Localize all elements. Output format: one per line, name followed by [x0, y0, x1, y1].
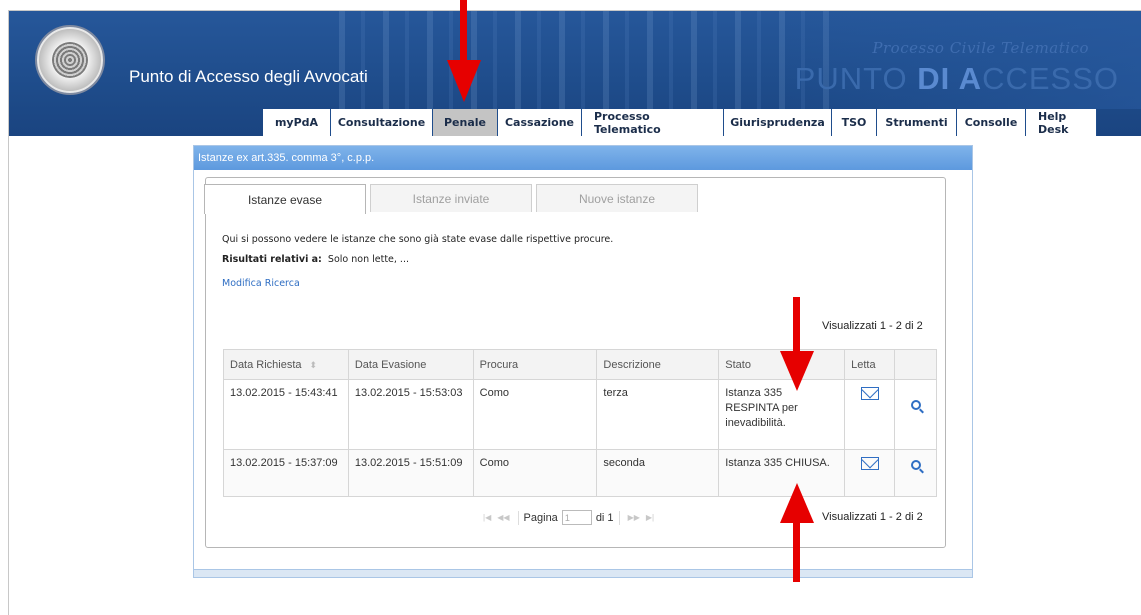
cell-actions	[894, 379, 937, 450]
tab-help-desk[interactable]: Help Desk	[1026, 109, 1097, 136]
results-count-top: Visualizzati 1 - 2 di 2	[822, 320, 923, 332]
cell-procura: Como	[472, 379, 598, 450]
subtab-istanze-inviate[interactable]: Istanze inviate	[370, 184, 532, 212]
tab-cassazione[interactable]: Cassazione	[498, 109, 582, 136]
cell-descrizione: terza	[596, 379, 720, 450]
header-decoration	[339, 11, 839, 109]
brand-title: PUNTO DI ACCESSO	[794, 61, 1119, 96]
tab-tso[interactable]: TSO	[832, 109, 877, 136]
col-procura[interactable]: Procura	[472, 349, 598, 380]
description-text: Qui si possono vedere le istanze che son…	[222, 234, 614, 245]
col-data-richiesta[interactable]: Data Richiesta ⬍	[223, 349, 349, 380]
modify-search-link[interactable]: Modifica Ricerca	[222, 278, 300, 289]
istanze-table: Data Richiesta ⬍ Data Evasione Procura De…	[223, 349, 937, 497]
main-nav: myPdA Consultazione Penale Cassazione Pr…	[263, 109, 1097, 136]
cell-actions	[894, 449, 937, 497]
subtab-istanze-evase[interactable]: Istanze evase	[204, 184, 366, 214]
table-row[interactable]: 13.02.2015 - 15:43:41 13.02.2015 - 15:53…	[223, 379, 937, 450]
subtabs: Istanze evase Istanze inviate Nuove ista…	[204, 184, 702, 214]
col-letta[interactable]: Letta	[844, 349, 896, 380]
cell-procura: Como	[472, 449, 598, 497]
cell-letta	[844, 379, 896, 450]
red-arrow-down-icon	[447, 0, 481, 102]
red-arrow-up-icon	[780, 483, 814, 582]
results-value: Solo non lette, ...	[327, 254, 409, 265]
search-icon[interactable]	[910, 400, 921, 410]
cell-descrizione: seconda	[596, 449, 720, 497]
col-data-evasione[interactable]: Data Evasione	[347, 349, 474, 380]
panel-footer	[194, 569, 972, 577]
prev-page-icon[interactable]: ◀◀	[497, 513, 509, 522]
cell-data-evasione: 13.02.2015 - 15:53:03	[347, 379, 474, 450]
seal-logo	[37, 27, 103, 93]
search-icon[interactable]	[910, 460, 921, 470]
col-descrizione[interactable]: Descrizione	[596, 349, 720, 380]
red-arrow-down-icon	[780, 297, 814, 391]
mail-icon[interactable]	[860, 387, 879, 400]
tab-processo-telematico[interactable]: Processo Telematico	[582, 109, 724, 136]
last-page-icon[interactable]: ▶|	[646, 513, 654, 522]
results-filter: Risultati relativi a: Solo non lette, ..…	[222, 254, 409, 265]
tab-giurisprudenza[interactable]: Giurisprudenza	[724, 109, 832, 136]
mail-icon[interactable]	[860, 457, 879, 470]
results-label: Risultati relativi a:	[222, 254, 322, 265]
page-number-input[interactable]	[561, 510, 592, 525]
panel-title: Istanze ex art.335. comma 3°, c.p.p.	[194, 146, 972, 170]
tab-consolle[interactable]: Consolle	[957, 109, 1026, 136]
brand-subtitle: Processo Civile Telematico	[872, 39, 1089, 57]
table-header-row: Data Richiesta ⬍ Data Evasione Procura De…	[223, 349, 937, 380]
pager: |◀ ◀◀ Pagina di 1 ▶▶ ▶|	[480, 510, 657, 525]
cell-data-richiesta: 13.02.2015 - 15:43:41	[223, 379, 349, 450]
first-page-icon[interactable]: |◀	[483, 513, 491, 522]
cell-data-richiesta: 13.02.2015 - 15:37:09	[223, 449, 349, 497]
pager-label: Pagina	[523, 511, 558, 524]
pager-separator	[517, 510, 519, 525]
cell-letta	[844, 449, 896, 497]
cell-data-evasione: 13.02.2015 - 15:51:09	[347, 449, 474, 497]
next-page-icon[interactable]: ▶▶	[628, 513, 640, 522]
sort-icon: ⬍	[309, 359, 318, 370]
site-title: Punto di Accesso degli Avvocati	[129, 67, 368, 86]
pager-separator	[618, 510, 620, 525]
tab-penale[interactable]: Penale	[433, 109, 498, 136]
tab-consultazione[interactable]: Consultazione	[331, 109, 433, 136]
results-count-bottom: Visualizzati 1 - 2 di 2	[822, 511, 923, 523]
subtab-nuove-istanze[interactable]: Nuove istanze	[536, 184, 698, 212]
tab-mypda[interactable]: myPdA	[263, 109, 331, 136]
pager-total: di 1	[595, 511, 614, 524]
table-row[interactable]: 13.02.2015 - 15:37:09 13.02.2015 - 15:51…	[223, 449, 937, 497]
col-actions	[894, 349, 937, 380]
tab-strumenti[interactable]: Strumenti	[877, 109, 957, 136]
